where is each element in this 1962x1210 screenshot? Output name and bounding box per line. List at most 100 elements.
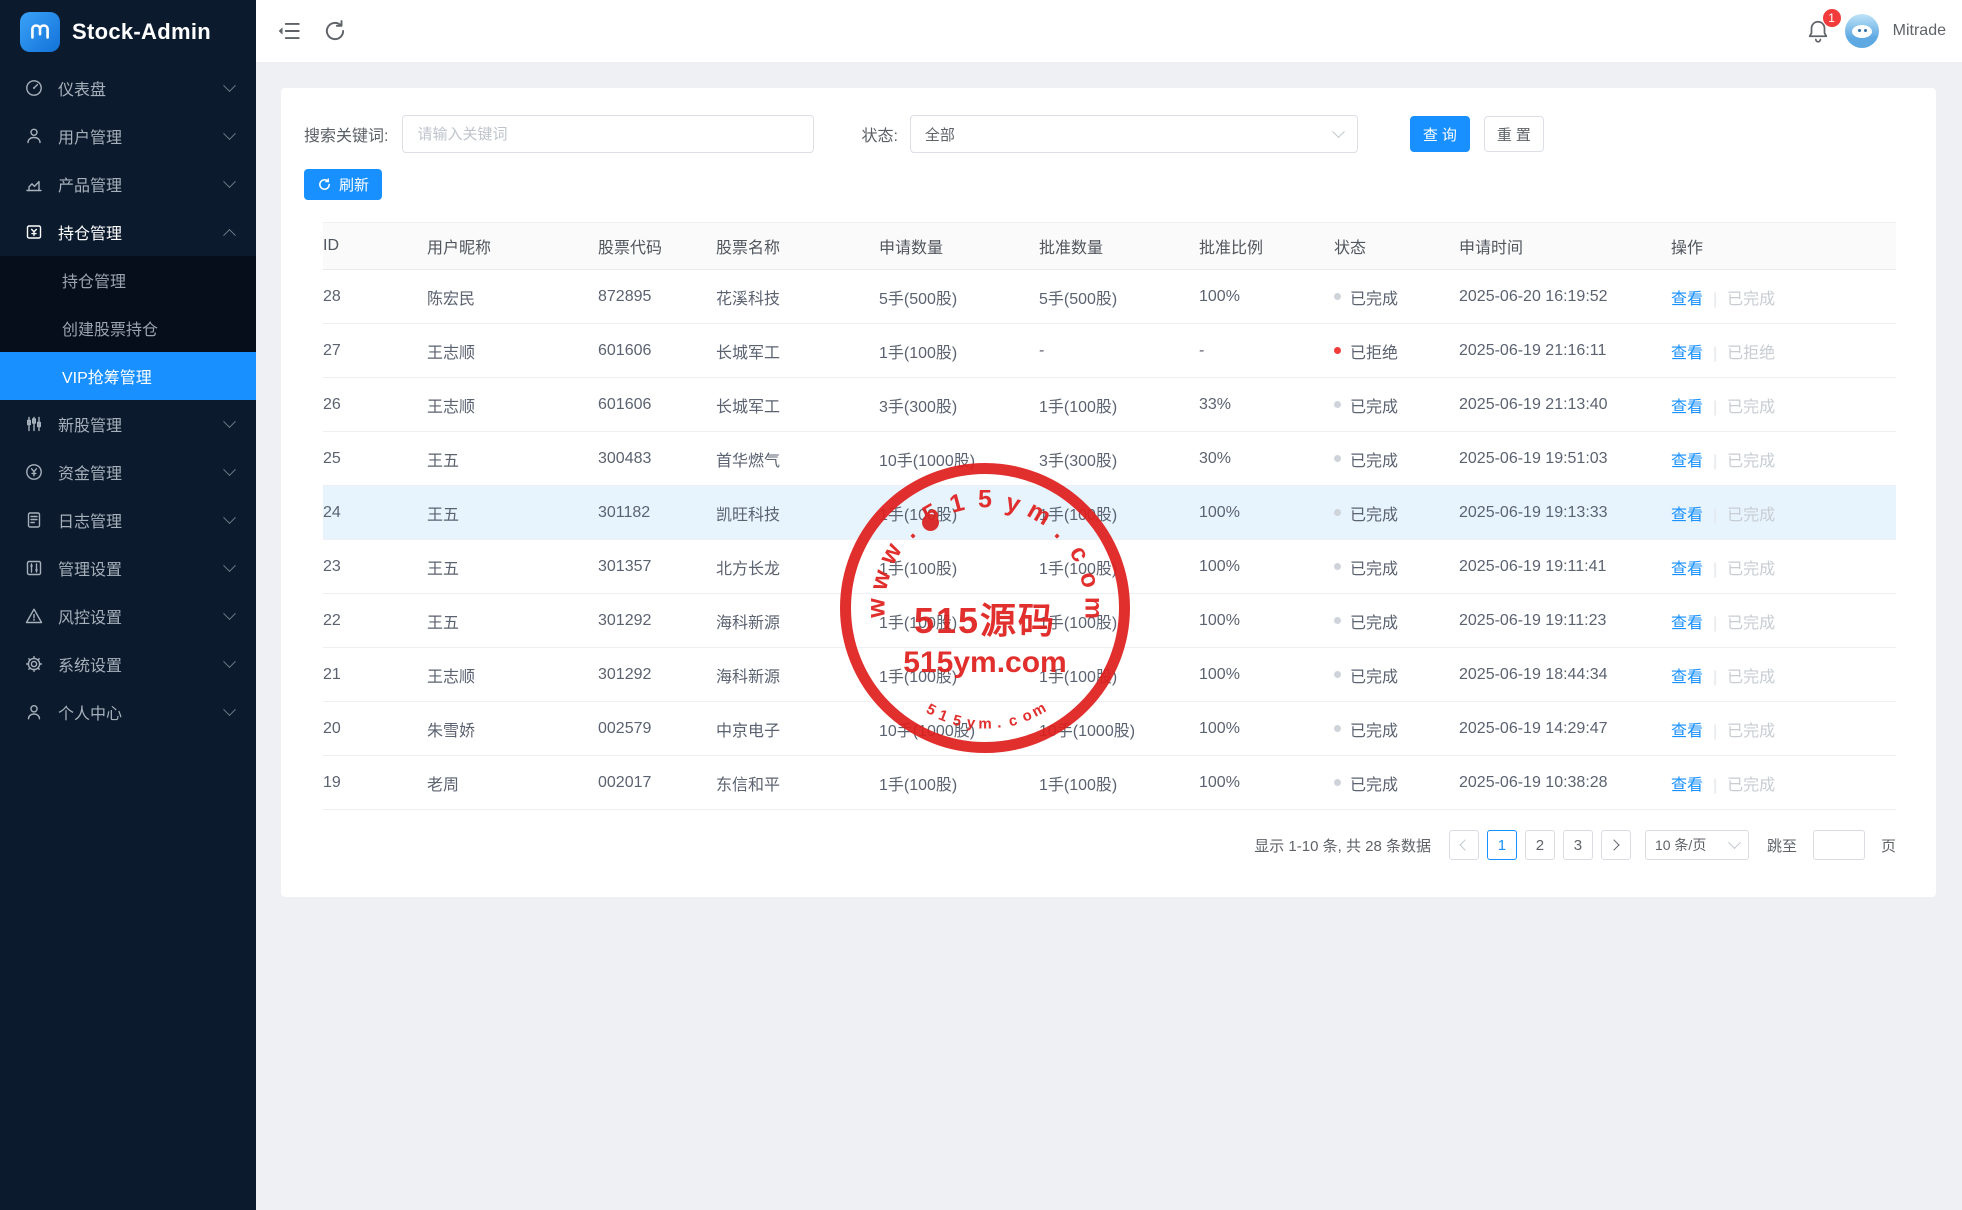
app-title: Stock-Admin bbox=[72, 18, 211, 44]
view-link[interactable]: 查看 bbox=[1671, 507, 1703, 524]
chevron-down-icon bbox=[223, 510, 236, 524]
sidebar-subitem-create-position[interactable]: 创建股票持仓 bbox=[0, 304, 256, 352]
action-status-label: 已完成 bbox=[1727, 506, 1776, 524]
column-header: 申请数量 bbox=[879, 240, 944, 257]
topbar: 1 Mitrade bbox=[256, 0, 1962, 63]
status-dot bbox=[1334, 671, 1341, 678]
cell-code: 301292 bbox=[598, 665, 652, 683]
collapse-sidebar-icon[interactable] bbox=[276, 18, 302, 44]
pagination: 显示 1-10 条, 共 28 条数据 123 10 条/页 跳至 页 bbox=[281, 830, 1896, 860]
view-link[interactable]: 查看 bbox=[1671, 561, 1703, 578]
cell-approved: 1手(100股) bbox=[1039, 668, 1118, 686]
column-header: 批准数量 bbox=[1039, 240, 1104, 257]
cell-time: 2025-06-19 21:13:40 bbox=[1459, 395, 1608, 413]
action-divider: | bbox=[1713, 344, 1718, 362]
new-stock-icon bbox=[24, 414, 44, 434]
action-status-label: 已完成 bbox=[1727, 452, 1776, 470]
sidebar-item-funds[interactable]: 资金管理 bbox=[0, 448, 256, 496]
sidebar-subitem-positions-list[interactable]: 持仓管理 bbox=[0, 256, 256, 304]
cell-user: 王志顺 bbox=[427, 344, 476, 362]
sidebar-item-system[interactable]: 系统设置 bbox=[0, 640, 256, 688]
sidebar-item-risk[interactable]: 风控设置 bbox=[0, 592, 256, 640]
reset-button[interactable]: 重置 bbox=[1483, 116, 1544, 152]
chevron-down-icon bbox=[223, 558, 236, 572]
admin-settings-icon bbox=[24, 558, 44, 578]
cell-time: 2025-06-19 18:44:34 bbox=[1459, 665, 1608, 683]
refresh-row: 刷新 bbox=[304, 169, 1936, 200]
status-dot bbox=[1334, 455, 1341, 462]
cell-status: 已完成 bbox=[1334, 717, 1459, 741]
chevron-down-icon bbox=[223, 414, 236, 428]
cell-code: 601606 bbox=[598, 341, 652, 359]
sidebar-item-dashboard[interactable]: 仪表盘 bbox=[0, 64, 256, 112]
sidebar-item-positions[interactable]: 持仓管理 bbox=[0, 208, 256, 256]
page-button-1[interactable]: 1 bbox=[1486, 830, 1517, 860]
search-button[interactable]: 查询 bbox=[1409, 116, 1470, 152]
cell-approved: 3手(300股) bbox=[1039, 452, 1118, 470]
status-select[interactable]: 全部 bbox=[909, 115, 1358, 153]
jump-page-input[interactable] bbox=[1812, 830, 1865, 860]
view-link[interactable]: 查看 bbox=[1671, 453, 1703, 470]
column-header: 状态 bbox=[1334, 240, 1367, 257]
sidebar-item-products[interactable]: 产品管理 bbox=[0, 160, 256, 208]
view-link[interactable]: 查看 bbox=[1671, 399, 1703, 416]
cell-code: 002017 bbox=[598, 773, 652, 791]
table-row: 23 王五 301357 北方长龙 1手(100股) 1手(100股) 100% 已完成 202… bbox=[323, 540, 1896, 594]
avatar[interactable] bbox=[1844, 14, 1879, 48]
jump-label: 跳至 bbox=[1766, 837, 1797, 855]
keyword-input[interactable] bbox=[402, 115, 815, 153]
sidebar-item-profile[interactable]: 个人中心 bbox=[0, 688, 256, 736]
sidebar-item-new-stock[interactable]: 新股管理 bbox=[0, 400, 256, 448]
refresh-page-icon[interactable] bbox=[322, 18, 348, 44]
chevron-down-icon bbox=[223, 126, 236, 140]
view-link[interactable]: 查看 bbox=[1671, 777, 1703, 794]
cell-code: 301357 bbox=[598, 557, 652, 575]
view-link[interactable]: 查看 bbox=[1671, 345, 1703, 362]
cell-code: 301182 bbox=[598, 503, 651, 521]
cell-status: 已完成 bbox=[1334, 609, 1459, 633]
action-status-label: 已完成 bbox=[1727, 776, 1776, 794]
cell-applied: 1手(100股) bbox=[879, 776, 958, 794]
prev-page-button[interactable] bbox=[1448, 830, 1479, 860]
cell-approved: 1手(100股) bbox=[1039, 398, 1118, 416]
cell-stock: 长城军工 bbox=[716, 398, 781, 416]
page-button-2[interactable]: 2 bbox=[1524, 830, 1555, 860]
page-size-select[interactable]: 10 条/页 bbox=[1644, 830, 1749, 860]
cell-approved: 1手(100股) bbox=[1039, 776, 1118, 794]
view-link[interactable]: 查看 bbox=[1671, 669, 1703, 686]
sidebar-item-admin-settings[interactable]: 管理设置 bbox=[0, 544, 256, 592]
action-status-label: 已完成 bbox=[1727, 398, 1776, 416]
cell-approved: 1手(100股) bbox=[1039, 614, 1118, 632]
cell-time: 2025-06-19 19:13:33 bbox=[1459, 503, 1608, 521]
view-link[interactable]: 查看 bbox=[1671, 615, 1703, 632]
notifications-bell-icon[interactable]: 1 bbox=[1805, 9, 1841, 44]
sidebar-item-label: 新股管理 bbox=[58, 418, 123, 435]
action-divider: | bbox=[1713, 722, 1718, 740]
cell-user: 王五 bbox=[427, 506, 460, 524]
cell-approved: 1手(100股) bbox=[1039, 506, 1118, 524]
view-link[interactable]: 查看 bbox=[1671, 291, 1703, 308]
table-row: 25 王五 300483 首华燃气 10手(1000股) 3手(300股) 30% 已完成 20… bbox=[323, 432, 1896, 486]
cell-ratio: 100% bbox=[1199, 665, 1240, 683]
cell-user: 王五 bbox=[427, 614, 460, 632]
content-area: 搜索关键词: 状态: 全部 查询 重置 刷新 bbox=[256, 63, 1962, 1210]
cell-user: 陈宏民 bbox=[427, 290, 476, 308]
table-row: 22 王五 301292 海科新源 1手(100股) 1手(100股) 100% 已完成 202… bbox=[323, 594, 1896, 648]
sidebar-item-label: 风控设置 bbox=[58, 610, 123, 627]
sidebar-item-logs[interactable]: 日志管理 bbox=[0, 496, 256, 544]
cell-status: 已完成 bbox=[1334, 501, 1459, 525]
page-button-3[interactable]: 3 bbox=[1562, 830, 1593, 860]
table-row: 27 王志顺 601606 长城军工 1手(100股) - - 已拒绝 2025-06-19 2… bbox=[323, 324, 1896, 378]
app-window: Stock-Admin 仪表盘 用户管理 产品管理 持仓管理 持仓管理 创建股票持仓 VIP… bbox=[0, 0, 1962, 1210]
view-link[interactable]: 查看 bbox=[1671, 723, 1703, 740]
sidebar-item-users[interactable]: 用户管理 bbox=[0, 112, 256, 160]
jump-suffix-label: 页 bbox=[1880, 837, 1896, 855]
cell-approved: 10手(1000股) bbox=[1039, 722, 1136, 740]
next-page-button[interactable] bbox=[1600, 830, 1631, 860]
cell-id: 20 bbox=[323, 719, 341, 737]
chevron-down-icon bbox=[1728, 835, 1741, 849]
refresh-button[interactable]: 刷新 bbox=[304, 169, 383, 200]
profile-icon bbox=[24, 702, 44, 722]
sidebar-subitem-vip-grab[interactable]: VIP抢筹管理 bbox=[0, 352, 256, 400]
cell-applied: 1手(100股) bbox=[879, 560, 958, 578]
